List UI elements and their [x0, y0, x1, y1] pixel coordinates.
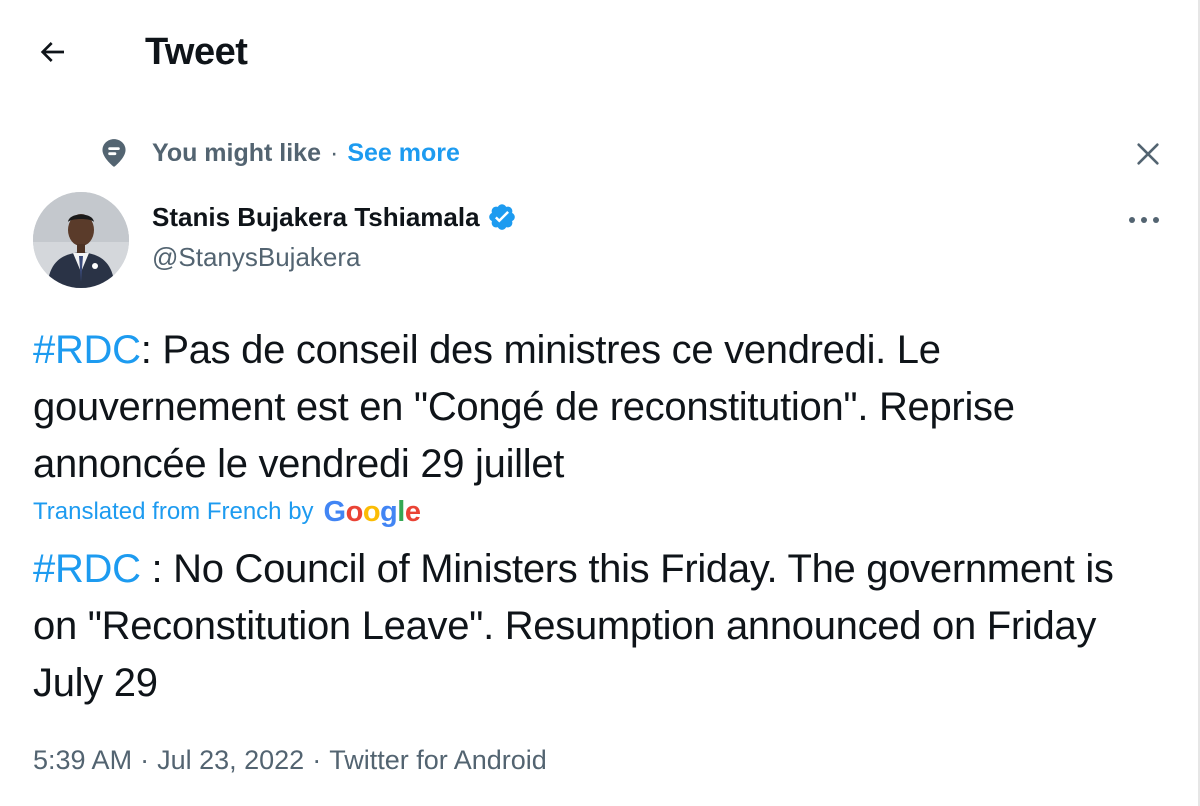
tweet-metadata: 5:39 AM · Jul 23, 2022 · Twitter for And…	[33, 740, 547, 780]
verified-badge-icon	[487, 202, 517, 232]
recommendation-context: You might like · See more	[98, 133, 460, 173]
hashtag-link[interactable]: #RDC	[33, 328, 141, 372]
author-name-row: Stanis Bujakera Tshiamala	[152, 198, 517, 236]
translated-from-link[interactable]: Translated from French by	[33, 498, 314, 526]
tweet-date[interactable]: Jul 23, 2022	[157, 745, 304, 776]
context-label: You might like	[152, 138, 321, 167]
location-pin-icon	[98, 137, 130, 169]
context-separator: ·	[330, 138, 339, 167]
close-button[interactable]	[1124, 130, 1172, 178]
tweet-text: #RDC: Pas de conseil des ministres ce ve…	[33, 322, 1153, 493]
meta-separator: ·	[312, 744, 322, 775]
close-icon	[1137, 143, 1159, 165]
more-horizontal-icon	[1129, 217, 1159, 223]
translation-attribution: Translated from French by Google	[33, 494, 421, 530]
translation-body: : No Council of Ministers this Friday. T…	[33, 547, 1114, 705]
tweet-header: Tweet	[0, 0, 1196, 106]
tweet-author: Stanis Bujakera Tshiamala @StanysBujaker…	[152, 198, 517, 273]
tweet-source[interactable]: Twitter for Android	[329, 745, 547, 776]
arrow-left-icon	[40, 42, 64, 62]
page-title: Tweet	[145, 31, 248, 73]
tweet-body: : Pas de conseil des ministres ce vendre…	[33, 328, 1015, 486]
meta-separator: ·	[140, 744, 150, 775]
see-more-link[interactable]: See more	[347, 139, 460, 168]
google-logo: Google	[323, 495, 421, 528]
back-button[interactable]	[24, 24, 80, 80]
tweet-time[interactable]: 5:39 AM	[33, 745, 132, 776]
author-name[interactable]: Stanis Bujakera Tshiamala	[152, 202, 480, 233]
more-options-button[interactable]	[1122, 198, 1166, 242]
author-handle[interactable]: @StanysBujakera	[152, 242, 517, 273]
translation-hashtag-link[interactable]: #RDC	[33, 547, 141, 591]
translated-tweet-text: #RDC : No Council of Ministers this Frid…	[33, 541, 1163, 712]
avatar[interactable]	[33, 192, 129, 288]
